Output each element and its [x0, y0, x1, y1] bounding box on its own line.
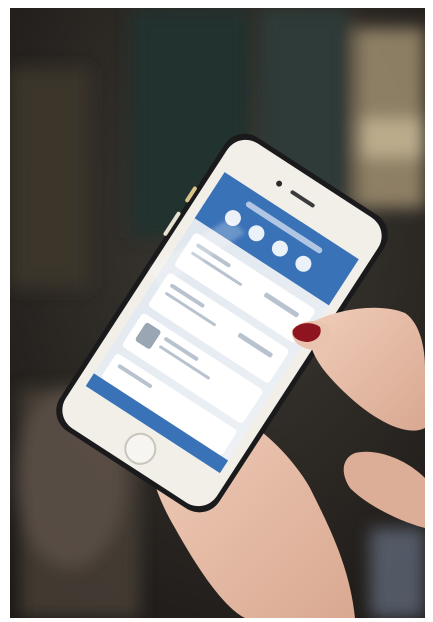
- photo-frame: [0, 0, 433, 622]
- photograph: [10, 8, 425, 618]
- photo-illustration: [10, 8, 425, 618]
